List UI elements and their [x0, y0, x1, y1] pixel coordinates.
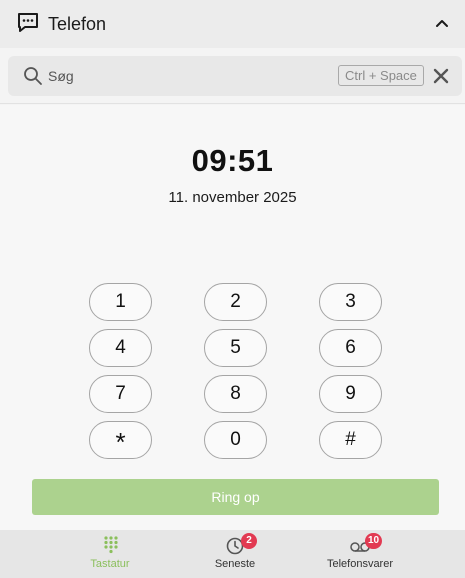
search-input[interactable]: [48, 64, 328, 88]
key-0[interactable]: 0: [204, 421, 267, 459]
search-bar: Ctrl + Space: [0, 48, 465, 104]
nav-item-seneste[interactable]: 2 Seneste: [195, 530, 275, 578]
key-7[interactable]: 7: [89, 375, 152, 413]
bottom-nav: Tastatur 2 Seneste 10 Telefonsvarer: [0, 530, 465, 578]
key-2[interactable]: 2: [204, 283, 267, 321]
key-1[interactable]: 1: [89, 283, 152, 321]
close-icon[interactable]: [432, 67, 450, 85]
unread-badge: 10: [365, 533, 383, 549]
nav-item-tastatur[interactable]: Tastatur: [70, 530, 150, 578]
dialer-panel: 09:51 11. november 2025 1 2 3 4 5 6 7 8 …: [0, 105, 465, 530]
chat-bubble-icon: [16, 11, 40, 35]
call-button[interactable]: Ring op: [32, 479, 439, 515]
nav-label: Telefonsvarer: [326, 558, 394, 570]
key-3[interactable]: 3: [319, 283, 382, 321]
nav-label: Seneste: [214, 558, 256, 570]
key-6[interactable]: 6: [319, 329, 382, 367]
search-icon: [23, 66, 43, 86]
key-8[interactable]: 8: [204, 375, 267, 413]
key-hash[interactable]: #: [319, 421, 382, 459]
nav-label: Tastatur: [90, 558, 130, 570]
chevron-up-icon[interactable]: [433, 14, 451, 32]
key-star[interactable]: *: [89, 421, 152, 459]
key-9[interactable]: 9: [319, 375, 382, 413]
shortcut-hint: Ctrl + Space: [338, 65, 424, 86]
unread-badge: 2: [241, 533, 257, 549]
dialpad-icon: [103, 536, 119, 554]
search-box[interactable]: Ctrl + Space: [8, 56, 462, 96]
clock-date: 11. november 2025: [168, 189, 297, 206]
key-5[interactable]: 5: [204, 329, 267, 367]
key-4[interactable]: 4: [89, 329, 152, 367]
app-header: Telefon: [0, 0, 465, 48]
nav-item-telefonsvarer[interactable]: 10 Telefonsvarer: [320, 530, 400, 578]
clock-time: 09:51: [191, 143, 274, 178]
app-title: Telefon: [48, 14, 107, 34]
